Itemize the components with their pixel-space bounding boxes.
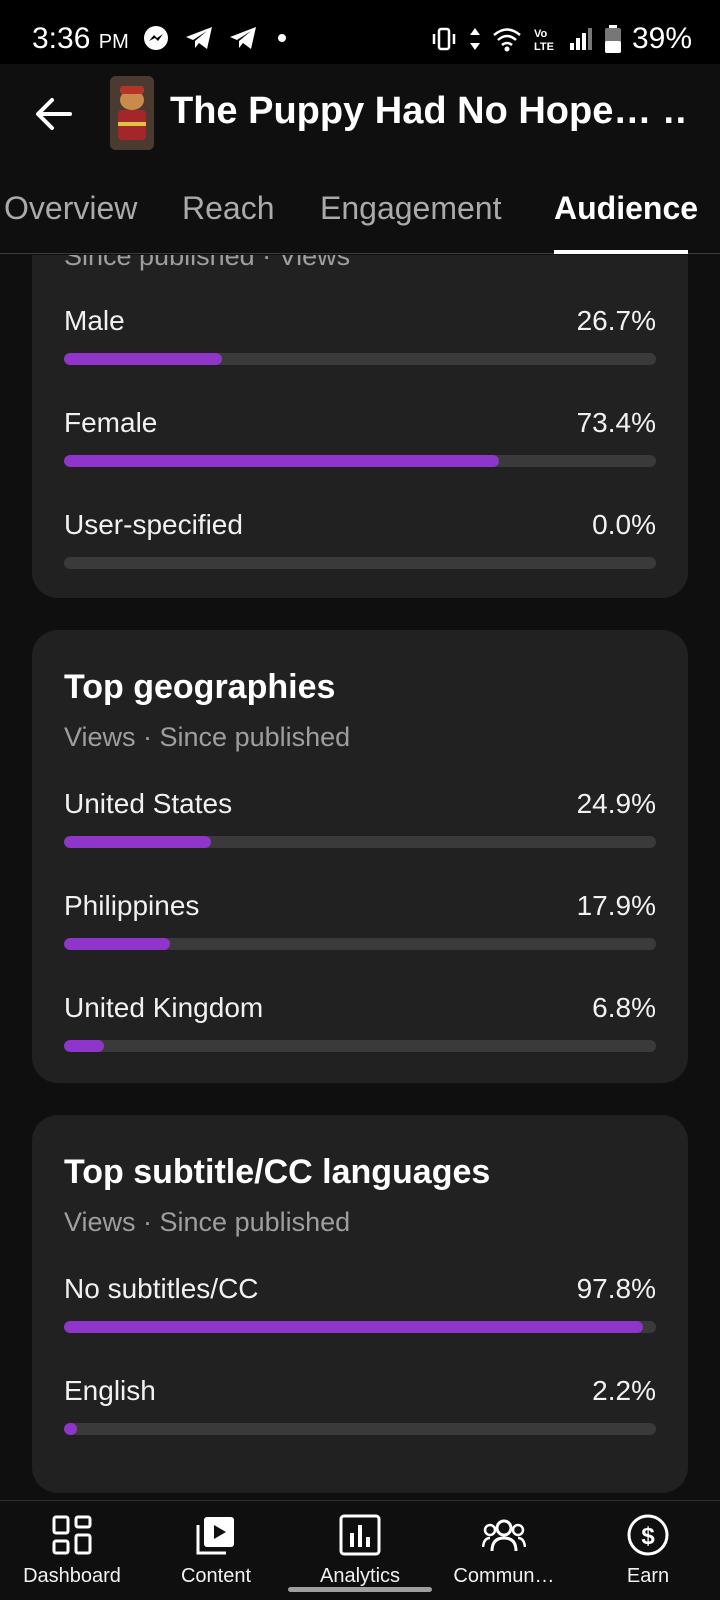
status-time-ampm: PM xyxy=(98,31,129,53)
telegram-icon xyxy=(186,27,212,49)
subtitles-subtitle: Views · Since published xyxy=(64,1207,351,1237)
nav-content[interactable]: Content xyxy=(144,1513,288,1599)
back-button[interactable] xyxy=(30,90,78,138)
subtitle-language-row: No subtitles/CC 97.8% xyxy=(64,1273,656,1345)
audience-content[interactable]: Since published · Views Male 26.7% Femal… xyxy=(0,255,720,1500)
app-header: The Puppy Had No Hope… … xyxy=(0,64,720,164)
gender-bar-fill xyxy=(64,353,223,365)
bottom-nav: Dashboard Content Analytics Commun… $ Ea… xyxy=(0,1500,720,1600)
geography-value: 6.8% xyxy=(592,992,656,1023)
subtitle-bar-fill xyxy=(64,1321,643,1333)
gender-row: Female 73.4% xyxy=(64,407,656,479)
geography-value: 24.9% xyxy=(576,788,656,819)
gender-bar-track xyxy=(64,353,656,365)
geography-row: United States 24.9% xyxy=(64,788,656,860)
community-icon xyxy=(482,1519,526,1552)
vibrate-icon xyxy=(432,27,456,51)
tab-audience[interactable]: Audience xyxy=(554,190,698,227)
geography-bar-track xyxy=(64,938,656,950)
signal-icon xyxy=(569,28,592,50)
nav-earn[interactable]: $ Earn xyxy=(576,1513,720,1599)
svg-text:$: $ xyxy=(641,1523,655,1550)
tab-overview[interactable]: Overview xyxy=(4,190,137,227)
subtitle-bar-fill xyxy=(64,1423,78,1435)
volte-icon: Vo LTE xyxy=(534,28,554,53)
subtitle-bar-track xyxy=(64,1423,656,1435)
gender-row-value: 73.4% xyxy=(576,407,656,438)
subtitle-language-row: English 2.2% xyxy=(64,1375,656,1447)
active-nav-indicator xyxy=(288,1587,432,1592)
earn-icon: $ xyxy=(627,1514,669,1556)
gender-bar-track xyxy=(64,455,656,467)
geography-bar-fill xyxy=(64,1040,105,1052)
geographies-card: Top geographies Views · Since published … xyxy=(32,630,688,1083)
analytics-tabs: Overview Reach Engagement Audience xyxy=(0,168,720,254)
geography-label: Philippines xyxy=(64,890,200,921)
nav-earn-label: Earn xyxy=(626,1565,670,1587)
gender-row: User-specified 0.0% xyxy=(64,509,656,581)
gender-card: Since published · Views Male 26.7% Femal… xyxy=(32,255,688,598)
nav-content-label: Content xyxy=(180,1565,252,1587)
messenger-icon xyxy=(144,26,168,50)
nav-community-label: Commun… xyxy=(453,1565,555,1587)
svg-text:LTE: LTE xyxy=(534,41,554,53)
geography-bar-fill xyxy=(64,938,170,950)
gender-row-label: Male xyxy=(64,305,125,336)
subtitle-language-label: No subtitles/CC xyxy=(64,1273,259,1304)
gender-bar-track xyxy=(64,557,656,569)
geography-value: 17.9% xyxy=(576,890,656,921)
geography-bar-track xyxy=(64,836,656,848)
subtitles-card: Top subtitle/CC languages Views · Since … xyxy=(32,1115,688,1493)
tab-engagement[interactable]: Engagement xyxy=(320,190,501,227)
nav-community[interactable]: Commun… xyxy=(432,1513,576,1599)
geographies-subtitle: Views · Since published xyxy=(64,722,351,752)
geography-label: United States xyxy=(64,788,233,819)
video-thumbnail xyxy=(110,76,154,150)
subtitle-language-label: English xyxy=(64,1375,156,1406)
nav-dashboard-label: Dashboard xyxy=(23,1565,121,1587)
gender-bar-fill xyxy=(64,455,499,467)
battery-percent: 39% xyxy=(631,22,692,55)
geography-bar-track xyxy=(64,1040,656,1052)
nav-analytics-label: Analytics xyxy=(319,1565,401,1587)
status-time: 3:36 PM xyxy=(32,22,129,56)
tab-reach[interactable]: Reach xyxy=(182,190,275,227)
gender-row-value: 0.0% xyxy=(592,509,656,540)
subtitle-bar-track xyxy=(64,1321,656,1333)
analytics-icon xyxy=(339,1514,381,1556)
video-title: The Puppy Had No Hope… … xyxy=(170,90,690,132)
svg-text:Vo: Vo xyxy=(534,28,548,40)
data-arrows-icon xyxy=(469,28,480,50)
dot-icon xyxy=(278,34,286,42)
status-time-value: 3:36 xyxy=(32,22,91,55)
gender-row: Male 26.7% xyxy=(64,305,656,377)
wifi-icon xyxy=(493,28,521,52)
active-tab-indicator xyxy=(554,250,688,254)
dashboard-icon xyxy=(52,1515,92,1555)
subtitle-language-value: 97.8% xyxy=(576,1273,656,1304)
geography-label: United Kingdom xyxy=(64,992,264,1023)
geographies-title: Top geographies xyxy=(64,668,336,706)
subtitle-language-value: 2.2% xyxy=(592,1375,656,1406)
gender-card-subtitle: Since published · Views xyxy=(64,255,351,271)
nav-dashboard[interactable]: Dashboard xyxy=(0,1513,144,1599)
geography-bar-fill xyxy=(64,836,212,848)
video-thumbnail-image xyxy=(110,76,154,150)
geography-row: Philippines 17.9% xyxy=(64,890,656,962)
gender-row-label: User-specified xyxy=(64,509,243,540)
telegram-icon-2 xyxy=(230,27,256,49)
arrow-left-icon xyxy=(36,98,72,130)
gender-row-label: Female xyxy=(64,407,158,438)
gender-row-value: 26.7% xyxy=(576,305,656,336)
content-icon xyxy=(196,1517,234,1555)
notification-icons xyxy=(142,24,292,52)
subtitles-title: Top subtitle/CC languages xyxy=(64,1153,491,1191)
system-icons: Vo LTE 39% xyxy=(430,22,692,56)
battery-icon xyxy=(604,25,621,53)
geography-row: United Kingdom 6.8% xyxy=(64,992,656,1064)
